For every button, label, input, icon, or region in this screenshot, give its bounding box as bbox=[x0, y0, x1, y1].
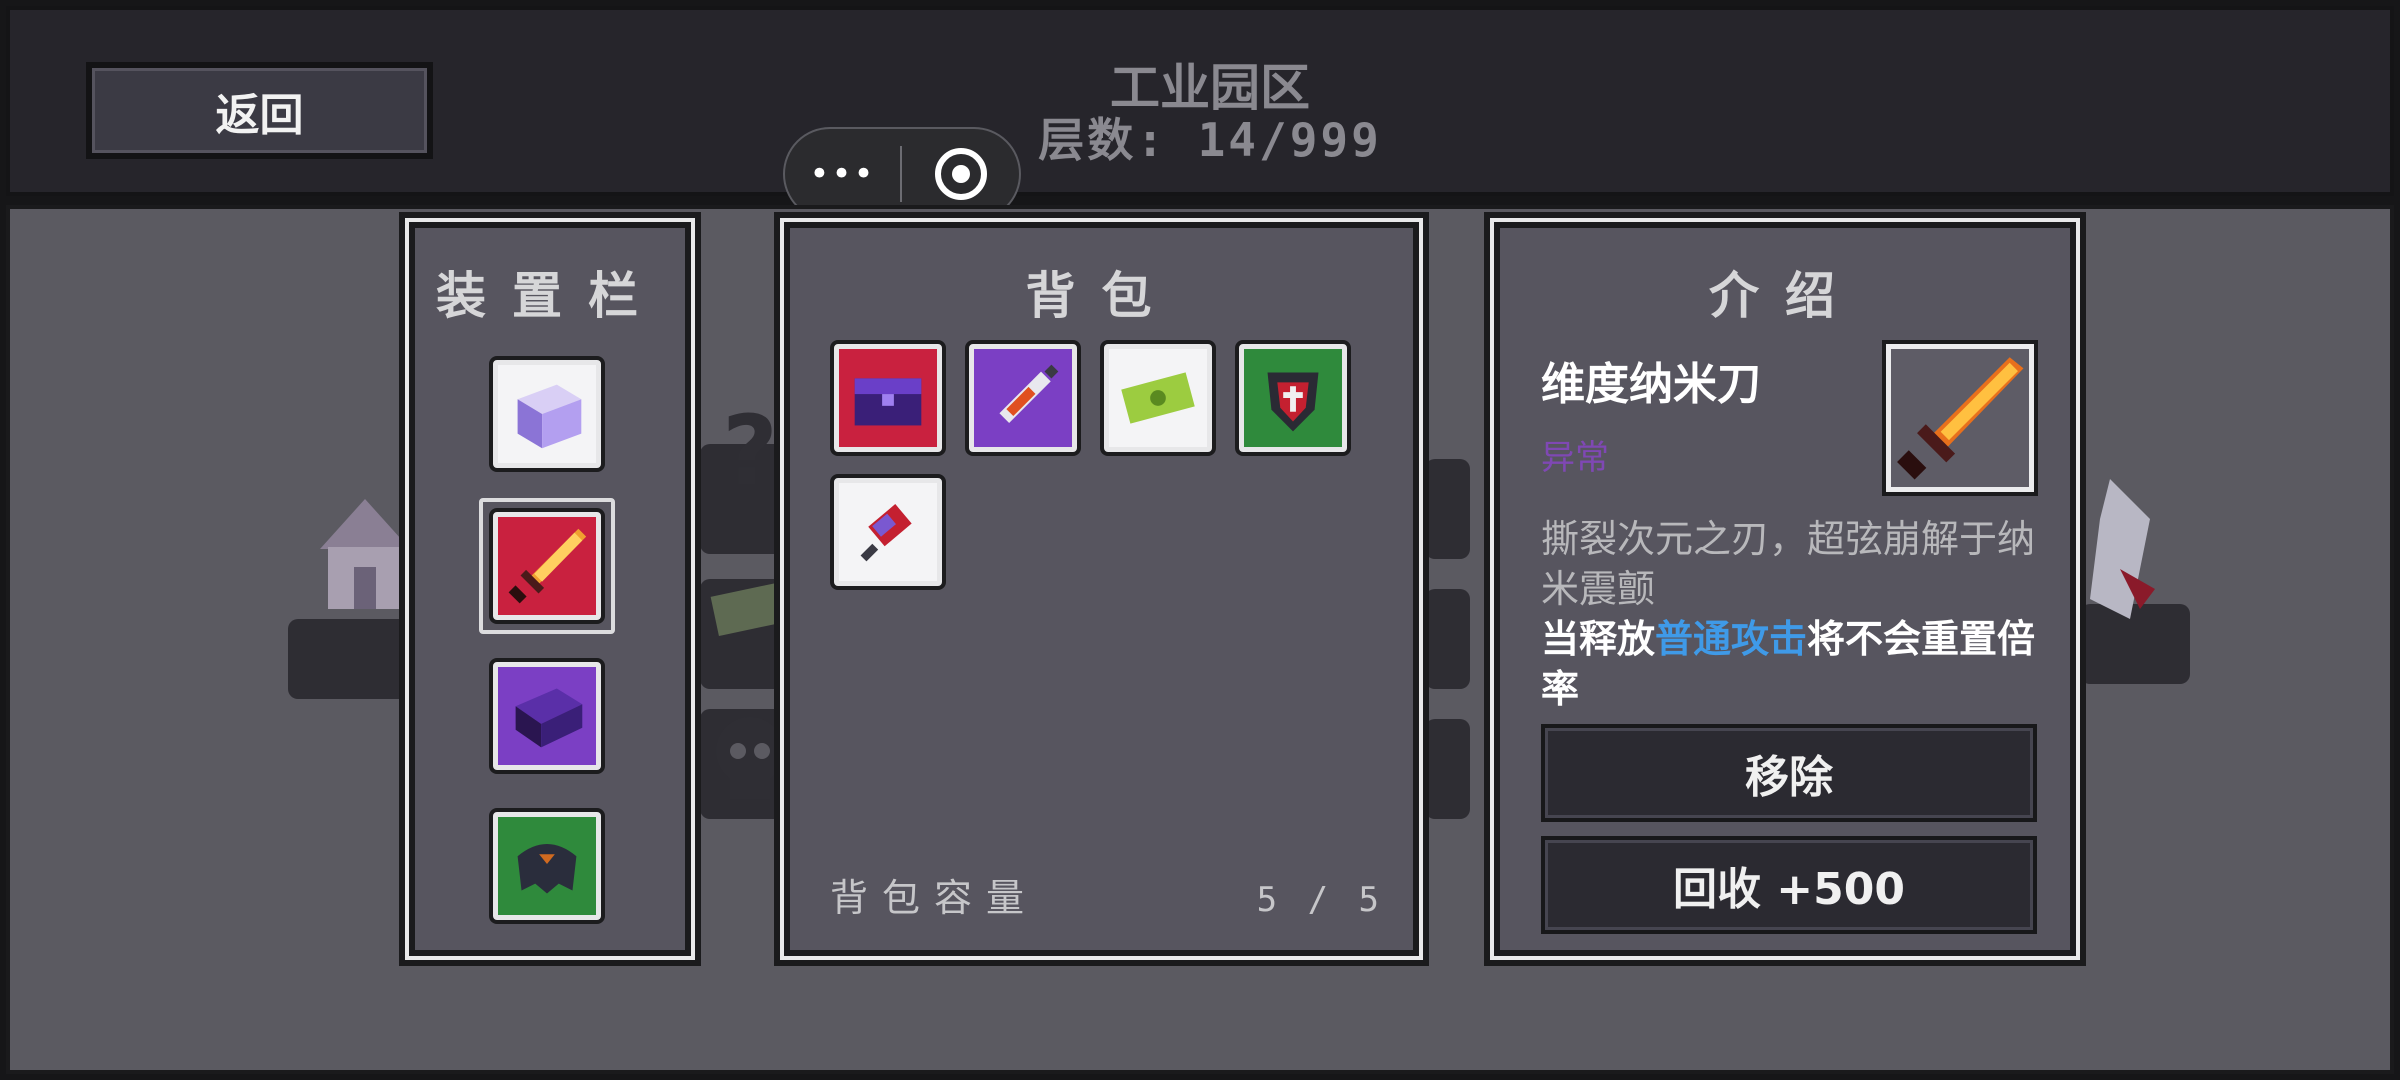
target-close-icon bbox=[934, 148, 987, 200]
game-screen: 返回 工业园区 层数: 14/999 ••• ? 装置栏 背包 背包容量 5 /… bbox=[0, 0, 2400, 1080]
backpack-capacity-value: 5 / 5 bbox=[1256, 880, 1379, 920]
background-pedestal bbox=[288, 619, 418, 699]
floor-counter: 层数: 14/999 bbox=[1010, 104, 1410, 170]
backpack-item-2[interactable] bbox=[969, 344, 1077, 452]
background-pedestal bbox=[1425, 459, 1470, 559]
crystal-statue-icon bbox=[2090, 479, 2155, 619]
svg-text:?: ? bbox=[722, 395, 778, 504]
backpack-item-3[interactable] bbox=[1104, 344, 1212, 452]
question-mark-icon: ? bbox=[722, 395, 778, 504]
backpack-item-4[interactable] bbox=[1239, 344, 1347, 452]
backpack-capacity-label: 背包容量 bbox=[830, 876, 1039, 920]
syringe-icon bbox=[999, 364, 1059, 423]
equipment-panel-title: 装置栏 bbox=[436, 267, 664, 325]
item-name: 维度纳米刀 bbox=[1541, 359, 1761, 410]
background-pedestal bbox=[1425, 589, 1470, 689]
purple-chest-icon bbox=[854, 378, 922, 426]
equipment-slot-2[interactable] bbox=[493, 512, 601, 620]
floor-label: 层数: bbox=[1038, 113, 1167, 167]
house-icon bbox=[320, 499, 410, 609]
cash-icon bbox=[1121, 372, 1195, 424]
item-effect: 当释放普通攻击将不会重置倍率 bbox=[1541, 614, 2061, 714]
backpack-panel: 背包 背包容量 5 / 5 bbox=[780, 218, 1423, 960]
backpack-item-5[interactable] bbox=[834, 478, 942, 586]
effect-keyword: 普通攻击 bbox=[1655, 617, 1808, 661]
effect-prefix: 当释放 bbox=[1541, 617, 1656, 661]
remove-button[interactable]: 移除 bbox=[1541, 724, 2037, 822]
equipment-slot-1[interactable] bbox=[493, 360, 601, 468]
item-rarity: 异常 bbox=[1541, 438, 1609, 478]
rocket-icon bbox=[860, 504, 912, 562]
background-pedestal bbox=[1425, 719, 1470, 819]
nano-blade-icon bbox=[1897, 357, 2024, 480]
nano-blade-icon bbox=[508, 528, 587, 604]
equipment-slot-4[interactable] bbox=[493, 812, 601, 920]
item-description: 撕裂次元之刃，超弦崩解于纳米震颤 bbox=[1541, 517, 2036, 611]
recycle-button[interactable]: 回收 +500 bbox=[1541, 836, 2037, 934]
equipment-slot-3[interactable] bbox=[493, 662, 601, 770]
item-preview bbox=[1886, 344, 2034, 492]
info-panel: 介绍 维度纳米刀 异常 撕裂次元之刃，超弦崩解于纳米震颤 当释放普通攻击将不会重… bbox=[1490, 218, 2080, 960]
equipment-panel: 装置栏 bbox=[405, 218, 695, 960]
backpack-item-1[interactable] bbox=[834, 344, 942, 452]
backpack-panel-title: 背包 bbox=[1025, 267, 1178, 325]
purple-book-icon bbox=[515, 688, 583, 748]
shield-heart-icon bbox=[1267, 372, 1319, 432]
info-panel-title: 介绍 bbox=[1709, 267, 1861, 325]
back-button[interactable]: 返回 bbox=[86, 62, 433, 159]
floor-value: 14/999 bbox=[1197, 113, 1382, 167]
skull-icon bbox=[716, 717, 784, 799]
top-bar: 返回 工业园区 层数: 14/999 bbox=[6, 6, 2394, 196]
crystal-cube-icon bbox=[517, 384, 582, 449]
cash-pile-icon bbox=[710, 581, 790, 637]
dark-armor-icon bbox=[517, 843, 577, 894]
